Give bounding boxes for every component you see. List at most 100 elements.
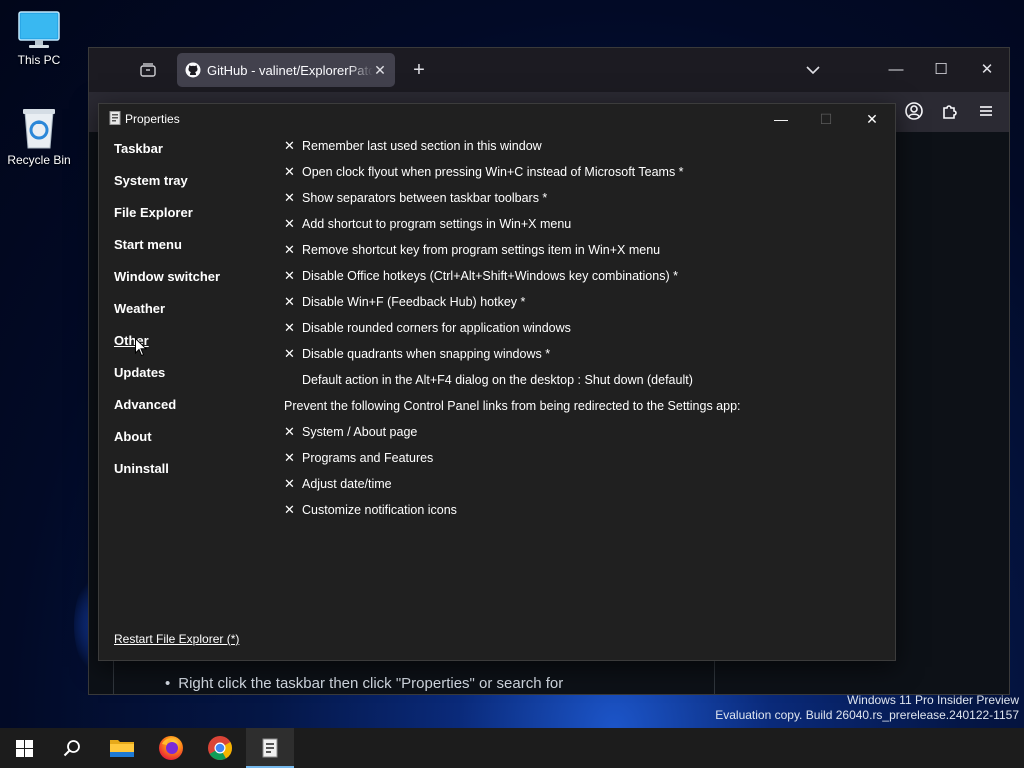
- option-clock-flyout-win-c[interactable]: ✕ Open clock flyout when pressing Win+C i…: [284, 163, 684, 181]
- start-button[interactable]: [0, 728, 48, 768]
- taskbar-properties[interactable]: [246, 728, 294, 768]
- properties-title-bar[interactable]: Properties — ☐ ✕: [99, 104, 895, 134]
- browser-tab-strip: GitHub - valinet/ExplorerPatcher ✕ + — ☐…: [89, 48, 1009, 92]
- checked-x-icon: ✕: [284, 476, 295, 491]
- restart-file-explorer-link[interactable]: Restart File Explorer (*): [114, 632, 239, 646]
- option-disable-office-hotkeys[interactable]: ✕ Disable Office hotkeys (Ctrl+Alt+Shift+…: [284, 267, 678, 285]
- checked-x-icon: ✕: [284, 424, 295, 439]
- extensions-button[interactable]: [939, 100, 961, 122]
- chevron-down-icon: [806, 66, 820, 75]
- option-label: Disable Win+F (Feedback Hub) hotkey *: [302, 295, 526, 309]
- sidebar-item-weather[interactable]: Weather: [114, 300, 165, 318]
- option-customize-notification-icons[interactable]: ✕ Customize notification icons: [284, 501, 457, 519]
- option-disable-snap-quadrants[interactable]: ✕ Disable quadrants when snapping windows…: [284, 345, 550, 363]
- sidebar-item-uninstall[interactable]: Uninstall: [114, 460, 169, 478]
- option-label: System / About page: [302, 425, 418, 439]
- checked-x-icon: ✕: [284, 268, 295, 283]
- browser-close-button[interactable]: ✕: [975, 58, 999, 82]
- option-winx-shortcut[interactable]: ✕ Add shortcut to program settings in Win…: [284, 215, 571, 233]
- app-menu-button[interactable]: [975, 100, 997, 122]
- desktop-icon-label: Recycle Bin: [7, 153, 71, 167]
- section-heading: Prevent the following Control Panel link…: [284, 399, 741, 413]
- checked-x-icon: ✕: [284, 164, 295, 179]
- option-programs-and-features[interactable]: ✕ Programs and Features: [284, 449, 433, 467]
- window-title: Properties: [125, 112, 180, 126]
- checked-x-icon: ✕: [284, 190, 295, 205]
- option-label: Adjust date/time: [302, 477, 392, 491]
- option-label: Remember last used section in this windo…: [302, 139, 542, 153]
- sidebar-item-taskbar[interactable]: Taskbar: [114, 140, 163, 158]
- properties-window: Properties — ☐ ✕ Taskbar System tray Fil…: [98, 103, 896, 661]
- github-icon: [185, 62, 201, 78]
- option-alt-f4-default-action[interactable]: Default action in the Alt+F4 dialog on t…: [284, 371, 693, 389]
- folder-icon: [110, 740, 134, 757]
- properties-app-icon: [262, 738, 278, 758]
- account-button[interactable]: [903, 100, 925, 122]
- extensions-icon: [943, 105, 957, 119]
- option-label: Remove shortcut key from program setting…: [302, 243, 661, 257]
- option-label: Programs and Features: [302, 451, 434, 465]
- watermark-line-1: Windows 11 Pro Insider Preview: [847, 693, 1019, 707]
- desktop-icon-recycle-bin[interactable]: Recycle Bin: [0, 106, 78, 167]
- close-button[interactable]: ✕: [849, 104, 895, 134]
- sidebar-item-updates[interactable]: Updates: [114, 364, 165, 382]
- sidebar-item-advanced[interactable]: Advanced: [114, 396, 176, 414]
- sidebar-item-window-switcher[interactable]: Window switcher: [114, 268, 220, 286]
- sidebar-item-file-explorer[interactable]: File Explorer: [114, 204, 193, 222]
- option-label: Show separators between taskbar toolbars…: [302, 191, 548, 205]
- checked-x-icon: ✕: [284, 346, 295, 361]
- checked-x-icon: ✕: [284, 242, 295, 257]
- checked-x-icon: ✕: [284, 320, 295, 335]
- new-tab-button[interactable]: +: [409, 58, 429, 82]
- option-label: Default action in the Alt+F4 dialog on t…: [302, 373, 693, 387]
- maximize-button: ☐: [819, 111, 833, 127]
- mouse-pointer-icon: [135, 338, 147, 357]
- sidebar-item-start-menu[interactable]: Start menu: [114, 236, 182, 254]
- desktop-icon-this-pc[interactable]: This PC: [0, 10, 78, 67]
- chrome-icon: [208, 736, 232, 761]
- option-disable-win-f[interactable]: ✕ Disable Win+F (Feedback Hub) hotkey *: [284, 293, 525, 311]
- os-watermark: Windows 11 Pro Insider Preview Evaluatio…: [715, 693, 1019, 723]
- search-icon: [63, 740, 80, 757]
- firefox-icon: [159, 736, 183, 760]
- windows-logo-icon: [15, 739, 33, 757]
- browser-tab-github[interactable]: GitHub - valinet/ExplorerPatcher ✕: [177, 53, 395, 87]
- minimize-button[interactable]: —: [758, 104, 804, 134]
- browser-minimize-button[interactable]: —: [884, 58, 908, 82]
- taskbar-chrome[interactable]: [196, 728, 244, 768]
- option-taskbar-separators[interactable]: ✕ Show separators between taskbar toolbar…: [284, 189, 547, 207]
- taskbar: [0, 728, 1024, 768]
- search-button[interactable]: [48, 728, 96, 768]
- recycle-bin-icon: [23, 109, 55, 149]
- option-label: Customize notification icons: [302, 503, 457, 517]
- option-adjust-date-time[interactable]: ✕ Adjust date/time: [284, 475, 392, 493]
- list-all-tabs-button[interactable]: [805, 60, 821, 80]
- tab-overview-icon: [140, 63, 156, 77]
- taskbar-file-explorer[interactable]: [98, 728, 146, 768]
- option-remember-last-section[interactable]: ✕ Remember last used section in this wind…: [284, 137, 542, 155]
- checked-x-icon: ✕: [284, 502, 295, 517]
- account-icon: [905, 102, 923, 120]
- browser-tab-title: GitHub - valinet/ExplorerPatcher: [207, 62, 373, 78]
- taskbar-firefox[interactable]: [147, 728, 195, 768]
- browser-maximize-button[interactable]: ☐: [929, 58, 953, 82]
- option-label: Disable rounded corners for application …: [302, 321, 571, 335]
- desktop-icon-label: This PC: [17, 53, 61, 67]
- option-remove-winx-shortcut-key[interactable]: ✕ Remove shortcut key from program settin…: [284, 241, 660, 259]
- checked-x-icon: ✕: [284, 216, 295, 231]
- option-label: Disable Office hotkeys (Ctrl+Alt+Shift+W…: [302, 269, 678, 283]
- tab-overview-button[interactable]: [139, 62, 157, 78]
- checked-x-icon: ✕: [284, 138, 295, 153]
- option-label: Open clock flyout when pressing Win+C in…: [302, 165, 684, 179]
- sidebar-item-about[interactable]: About: [114, 428, 152, 446]
- option-system-about-page[interactable]: ✕ System / About page: [284, 423, 417, 441]
- close-tab-icon[interactable]: ✕: [373, 62, 387, 79]
- checked-x-icon: ✕: [284, 294, 295, 309]
- properties-app-icon: [109, 111, 121, 125]
- sidebar-item-system-tray[interactable]: System tray: [114, 172, 188, 190]
- option-label: Add shortcut to program settings in Win+…: [302, 217, 572, 231]
- watermark-line-2: Evaluation copy. Build 26040.rs_prerelea…: [715, 708, 1019, 722]
- option-label: Disable quadrants when snapping windows …: [302, 347, 551, 361]
- option-disable-rounded-corners[interactable]: ✕ Disable rounded corners for application…: [284, 319, 571, 337]
- checked-x-icon: ✕: [284, 450, 295, 465]
